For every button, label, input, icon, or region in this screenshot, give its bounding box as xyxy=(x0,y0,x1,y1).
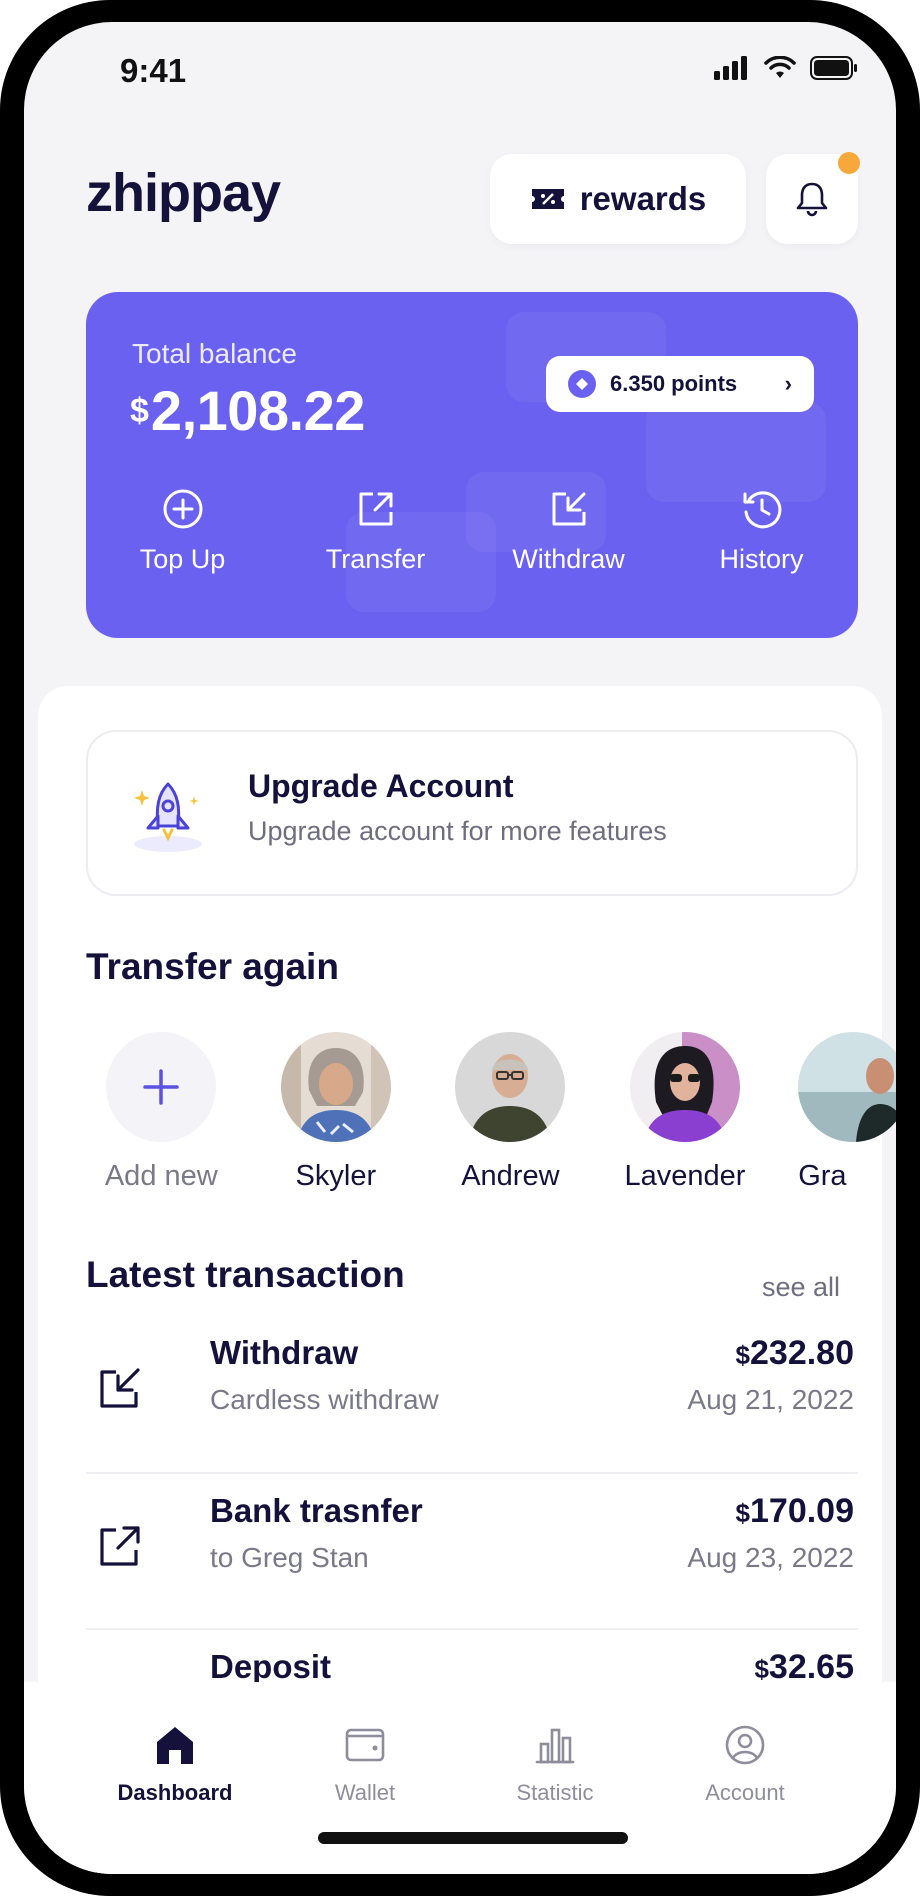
cellular-signal-icon xyxy=(714,56,747,80)
nav-account-label: Account xyxy=(705,1780,785,1805)
rocket-icon xyxy=(134,782,202,852)
rewards-button[interactable]: rewards xyxy=(490,154,746,244)
see-all-link[interactable]: see all xyxy=(762,1272,840,1303)
bar-chart-icon xyxy=(535,1728,575,1764)
app-logo: zhippay xyxy=(86,163,281,223)
divider xyxy=(86,1628,858,1630)
contact-andrew[interactable]: Andrew xyxy=(423,1032,598,1193)
contact-name: Skyler xyxy=(295,1160,377,1192)
balance-amount: $ 2,108.22 xyxy=(130,378,365,443)
add-new-label: Add new xyxy=(104,1160,218,1192)
transaction-currency: $ xyxy=(735,1340,750,1370)
nav-account[interactable]: Account xyxy=(670,1724,820,1806)
transaction-title: Bank trasnfer xyxy=(210,1492,423,1529)
transaction-amount-value: 232.80 xyxy=(750,1334,854,1372)
bottom-navigation: Dashboard Wallet Statistic Account xyxy=(24,1682,896,1874)
withdraw-button[interactable]: Withdraw xyxy=(472,488,665,575)
nav-dashboard-label: Dashboard xyxy=(117,1780,233,1805)
nav-items: Dashboard Wallet Statistic Account xyxy=(24,1724,896,1806)
contact-name: Andrew xyxy=(461,1160,560,1192)
nav-wallet-label: Wallet xyxy=(334,1780,396,1805)
wallet-icon xyxy=(345,1728,385,1762)
transaction-title: Deposit xyxy=(210,1648,332,1685)
arrow-up-right-icon xyxy=(359,492,392,526)
transaction-subtitle: to Greg Stan xyxy=(210,1542,369,1573)
contact-name: Lavender xyxy=(624,1160,746,1192)
status-icons xyxy=(714,56,858,80)
transaction-date: Aug 23, 2022 xyxy=(687,1542,854,1573)
arrow-down-left-icon xyxy=(100,1368,140,1408)
avatar-skyler xyxy=(280,1032,391,1142)
avatar-lavender xyxy=(629,1032,740,1142)
chevron-right-icon: › xyxy=(784,371,792,396)
history-icon xyxy=(743,491,781,529)
user-circle-icon xyxy=(725,1725,765,1765)
notifications-button[interactable] xyxy=(766,152,860,244)
transaction-amount: $232.80 xyxy=(736,1334,854,1373)
contact-gra[interactable]: Gra xyxy=(772,1032,896,1193)
transaction-amount-value: 32.65 xyxy=(768,1648,854,1686)
transfer-button[interactable]: Transfer xyxy=(279,488,472,575)
transaction-amount: $170.09 xyxy=(736,1492,854,1531)
notification-badge xyxy=(838,152,860,174)
contact-name: Gra xyxy=(798,1160,847,1192)
transfer-label: Transfer xyxy=(325,544,426,574)
contact-lavender[interactable]: Lavender xyxy=(598,1032,773,1193)
balance-actions: Top Up Transfer Withdraw History xyxy=(86,488,858,575)
home-indicator[interactable] xyxy=(318,1832,628,1844)
points-button[interactable]: 6.350 points › xyxy=(546,356,814,412)
ticket-icon xyxy=(531,189,564,209)
avatar-andrew xyxy=(455,1032,566,1142)
bell-icon xyxy=(796,182,828,217)
avatar-gra xyxy=(798,1032,896,1142)
transaction-row[interactable]: Bank trasnfer to Greg Stan $170.09 Aug 2… xyxy=(86,1482,862,1614)
balance-label: Total balance xyxy=(132,338,298,369)
transfer-again-title: Transfer again xyxy=(86,946,339,987)
balance-card: Total balance $ 2,108.22 6.350 points › … xyxy=(86,292,858,638)
upgrade-title: Upgrade Account xyxy=(248,768,514,804)
status-bar: 9:41 xyxy=(24,22,896,112)
upgrade-subtitle: Upgrade account for more features xyxy=(248,816,667,846)
app-screen: 9:41 zhippay rewards Total balance $ 2,1… xyxy=(24,22,896,1874)
transaction-currency: $ xyxy=(754,1654,769,1684)
nav-statistic[interactable]: Statistic xyxy=(480,1724,630,1806)
add-contact-button[interactable]: Add new xyxy=(74,1032,249,1193)
points-label: 6.350 points xyxy=(610,371,738,396)
nav-statistic-label: Statistic xyxy=(516,1780,594,1805)
plus-circle-icon xyxy=(163,489,202,529)
nav-dashboard[interactable]: Dashboard xyxy=(100,1724,250,1806)
history-button[interactable]: History xyxy=(665,488,858,575)
balance-currency: $ xyxy=(130,392,149,430)
battery-icon xyxy=(810,56,857,80)
history-label: History xyxy=(719,544,804,574)
phone-frame: 9:41 zhippay rewards Total balance $ 2,1… xyxy=(0,0,920,1896)
latest-transaction-title: Latest transaction xyxy=(86,1254,405,1295)
upgrade-account-card[interactable]: Upgrade Account Upgrade account for more… xyxy=(86,730,858,896)
transaction-date: Aug 21, 2022 xyxy=(687,1384,854,1415)
top-up-label: Top Up xyxy=(139,544,226,574)
points-coin-icon xyxy=(568,370,596,398)
status-time: 9:41 xyxy=(120,52,187,89)
arrow-down-left-icon xyxy=(552,492,585,526)
top-up-button[interactable]: Top Up xyxy=(86,488,279,575)
divider xyxy=(86,1472,858,1474)
card-decoration xyxy=(646,402,826,502)
transaction-currency: $ xyxy=(735,1498,750,1528)
arrow-up-right-icon xyxy=(100,1526,140,1566)
transaction-amount-value: 170.09 xyxy=(750,1492,854,1530)
withdraw-label: Withdraw xyxy=(512,544,625,574)
wifi-icon xyxy=(764,56,796,78)
transaction-subtitle: Cardless withdraw xyxy=(210,1384,439,1415)
balance-value: 2,108.22 xyxy=(150,379,365,442)
add-circle xyxy=(106,1032,217,1142)
contacts-row: Add new Skyler Andrew Lavender Gra xyxy=(74,1032,896,1193)
nav-wallet[interactable]: Wallet xyxy=(290,1724,440,1806)
home-icon xyxy=(157,1727,193,1764)
plus-icon xyxy=(143,1069,180,1105)
rewards-label: rewards xyxy=(579,180,707,217)
contact-skyler[interactable]: Skyler xyxy=(249,1032,424,1193)
transaction-title: Withdraw xyxy=(210,1334,359,1371)
transaction-row[interactable]: Withdraw Cardless withdraw $232.80 Aug 2… xyxy=(86,1324,862,1456)
